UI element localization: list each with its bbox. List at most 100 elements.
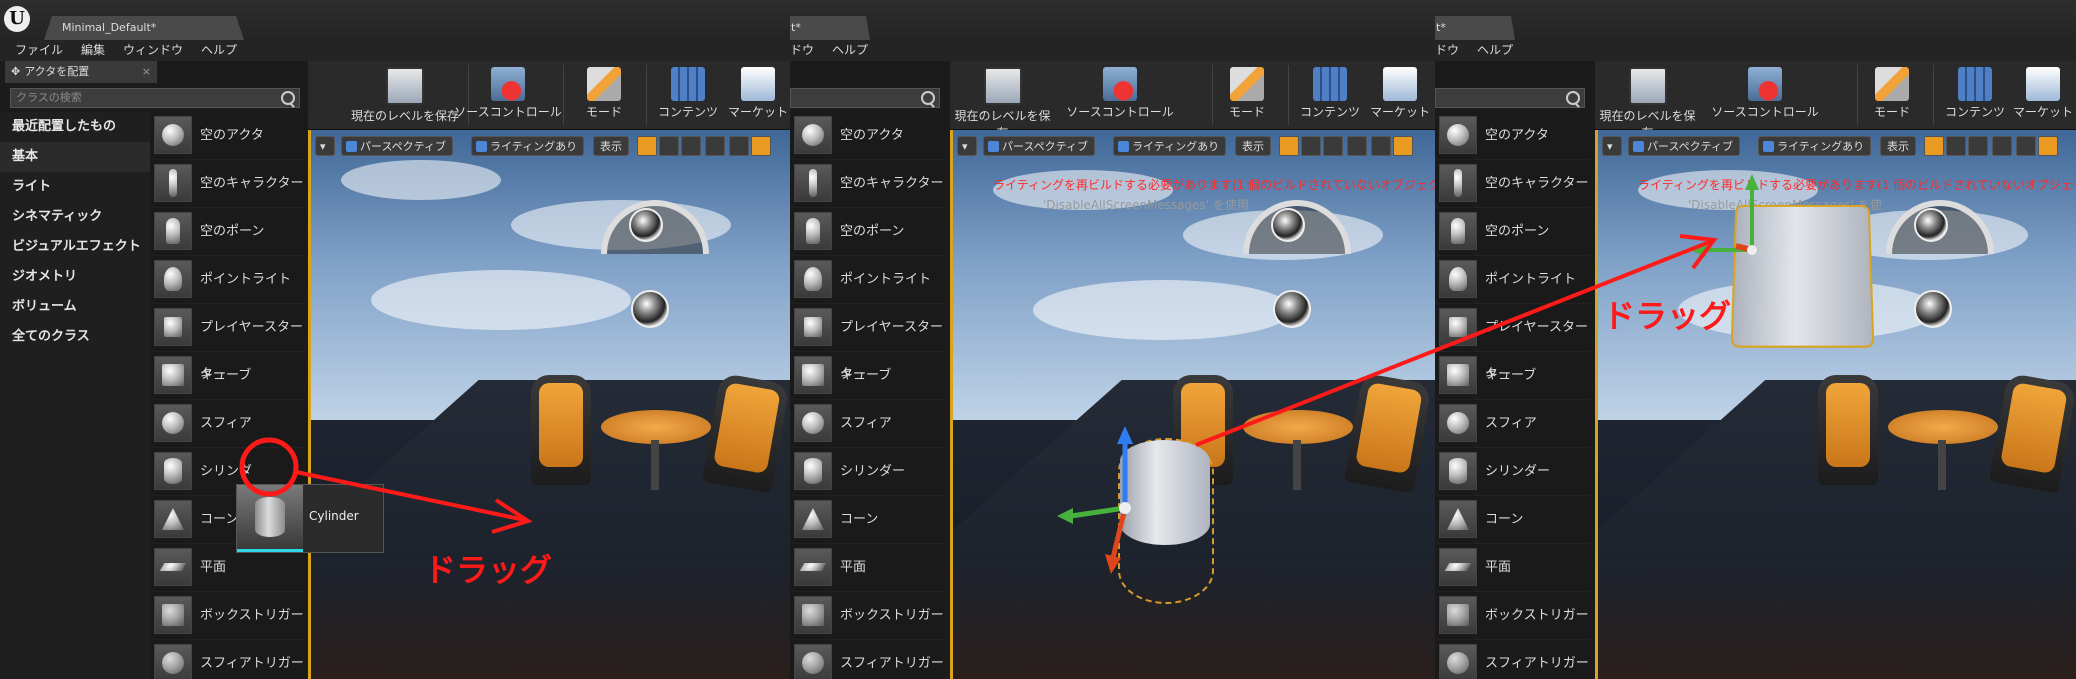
rotate-icon[interactable] [659, 136, 679, 156]
translate-icon[interactable] [1279, 136, 1299, 156]
rotate-icon[interactable] [1946, 136, 1966, 156]
category-geometry[interactable]: ジオメトリ [0, 262, 150, 292]
transform-gizmo[interactable] [1686, 170, 1806, 300]
surface-snap-icon[interactable] [1371, 136, 1391, 156]
scale-icon[interactable] [1968, 136, 1988, 156]
list-item[interactable]: キューブ [790, 352, 945, 400]
translate-icon[interactable] [1924, 136, 1944, 156]
menu-help[interactable]: ヘルプ [192, 40, 246, 61]
list-item[interactable]: ポイントライト [1435, 256, 1590, 304]
world-local-icon[interactable] [705, 136, 725, 156]
menu-window[interactable]: ドウ [790, 40, 823, 61]
category-lights[interactable]: ライト [0, 172, 150, 202]
place-actors-tab[interactable]: ✥ アクタを配置 × [5, 61, 157, 83]
surface-snap-icon[interactable] [2016, 136, 2036, 156]
marketplace-button[interactable]: マーケット [726, 65, 790, 125]
grid-snap-icon[interactable] [1393, 136, 1413, 156]
search-icon[interactable] [921, 91, 935, 105]
list-item[interactable]: 空のポーン [1435, 208, 1590, 256]
world-local-icon[interactable] [1992, 136, 2012, 156]
list-item[interactable]: ポイントライト [790, 256, 945, 304]
source-control-button[interactable]: ソースコントロール [433, 65, 583, 125]
list-item[interactable]: 空のキャラクター [790, 160, 945, 208]
menu-help[interactable]: ヘルプ [823, 40, 877, 61]
show-button[interactable]: 表示 [1880, 136, 1916, 156]
list-item[interactable]: キューブ [150, 352, 305, 400]
content-button[interactable]: コンテンツ [648, 65, 728, 125]
class-search-input[interactable] [790, 88, 940, 108]
show-button[interactable]: 表示 [1235, 136, 1271, 156]
list-item[interactable]: ボックストリガー [1435, 592, 1590, 640]
list-item[interactable]: ボックストリガー [150, 592, 305, 640]
grid-snap-icon[interactable] [751, 136, 771, 156]
category-cinematic[interactable]: シネマティック [0, 202, 150, 232]
rotate-icon[interactable] [1301, 136, 1321, 156]
list-item[interactable]: 平面 [1435, 544, 1590, 592]
category-volumes[interactable]: ボリューム [0, 292, 150, 322]
save-level-button[interactable]: 現在のレベルを保存 [950, 65, 1055, 140]
scale-icon[interactable] [1323, 136, 1343, 156]
search-icon[interactable] [1566, 91, 1580, 105]
list-item[interactable]: 空のキャラクター [150, 160, 305, 208]
list-item[interactable]: スフィアトリガー [1435, 640, 1590, 679]
lit-button[interactable]: ライティングあり [471, 136, 585, 156]
list-item[interactable]: 空のポーン [150, 208, 305, 256]
list-item[interactable]: 空のアクタ [1435, 112, 1590, 160]
lit-button[interactable]: ライティングあり [1113, 136, 1227, 156]
lit-button[interactable]: ライティングあり [1758, 136, 1872, 156]
list-item[interactable]: ポイントライト [150, 256, 305, 304]
viewport-menu-button[interactable]: ▾ [957, 136, 977, 156]
menu-window[interactable]: ウィンドウ [114, 40, 192, 61]
list-item[interactable]: プレイヤースターター [150, 304, 305, 382]
surface-snap-icon[interactable] [729, 136, 749, 156]
document-tab[interactable]: lt* [1435, 16, 1515, 40]
list-item[interactable]: スフィアトリガー [790, 640, 945, 679]
list-item[interactable]: 空のキャラクター [1435, 160, 1590, 208]
list-item[interactable]: シリンダー [1435, 448, 1590, 496]
document-tab[interactable]: Minimal_Default* [44, 16, 244, 40]
category-visual-effects[interactable]: ビジュアルエフェクト [0, 232, 150, 262]
show-button[interactable]: 表示 [593, 136, 629, 156]
class-search-input[interactable] [1435, 88, 1585, 108]
list-item[interactable]: 空のアクタ [150, 112, 305, 160]
list-item[interactable]: スフィアトリガー [150, 640, 305, 679]
list-item[interactable]: スフィア [1435, 400, 1590, 448]
level-viewport[interactable]: ▾ パースペクティブ ライティングあり 表示 ライティングを再ビルドする必要があ… [950, 130, 1435, 679]
menu-help[interactable]: ヘルプ [1468, 40, 1522, 61]
list-item[interactable]: 空のアクタ [790, 112, 945, 160]
class-search-input[interactable]: クラスの検索 [10, 88, 300, 108]
save-level-button[interactable]: 現在のレベルを保存 [1595, 65, 1700, 140]
menu-edit[interactable]: 編集 [72, 40, 114, 61]
marketplace-button[interactable]: マーケット [1368, 65, 1432, 125]
modes-button[interactable]: モード [566, 65, 642, 125]
perspective-button[interactable]: パースペクティブ [341, 136, 454, 156]
list-item[interactable]: プレイヤースターター [790, 304, 945, 382]
list-item[interactable]: シリンダー [790, 448, 945, 496]
viewport-menu-button[interactable]: ▾ [315, 136, 335, 156]
level-viewport[interactable]: ▾ パースペクティブ ライティングあり 表示 ライティングを再ビルドする必要があ… [1595, 130, 2076, 679]
scale-icon[interactable] [681, 136, 701, 156]
list-item[interactable]: プレイヤースターター [1435, 304, 1590, 382]
menu-file[interactable]: ファイル [6, 40, 72, 61]
content-button[interactable]: コンテンツ [1290, 65, 1370, 125]
perspective-button[interactable]: パースペクティブ [1628, 136, 1741, 156]
category-all-classes[interactable]: 全てのクラス [0, 322, 150, 352]
level-viewport[interactable]: ▾ パースペクティブ ライティングあり 表示 [308, 130, 790, 679]
close-tab-icon[interactable]: × [142, 61, 151, 83]
source-control-button[interactable]: ソースコントロール [1710, 65, 1820, 125]
grid-snap-icon[interactable] [2038, 136, 2058, 156]
list-item[interactable]: スフィア [150, 400, 305, 448]
transform-gizmo[interactable] [1053, 420, 1193, 580]
category-basic[interactable]: 基本 [0, 142, 150, 172]
marketplace-button[interactable]: マーケット [2011, 65, 2075, 125]
viewport-menu-button[interactable]: ▾ [1602, 136, 1622, 156]
search-icon[interactable] [281, 91, 295, 105]
source-control-button[interactable]: ソースコントロール [1065, 65, 1175, 125]
translate-icon[interactable] [637, 136, 657, 156]
menu-window[interactable]: ドウ [1435, 40, 1468, 61]
list-item[interactable]: 平面 [790, 544, 945, 592]
list-item[interactable]: キューブ [1435, 352, 1590, 400]
world-local-icon[interactable] [1347, 136, 1367, 156]
modes-button[interactable]: モード [1857, 65, 1927, 125]
list-item[interactable]: ボックストリガー [790, 592, 945, 640]
